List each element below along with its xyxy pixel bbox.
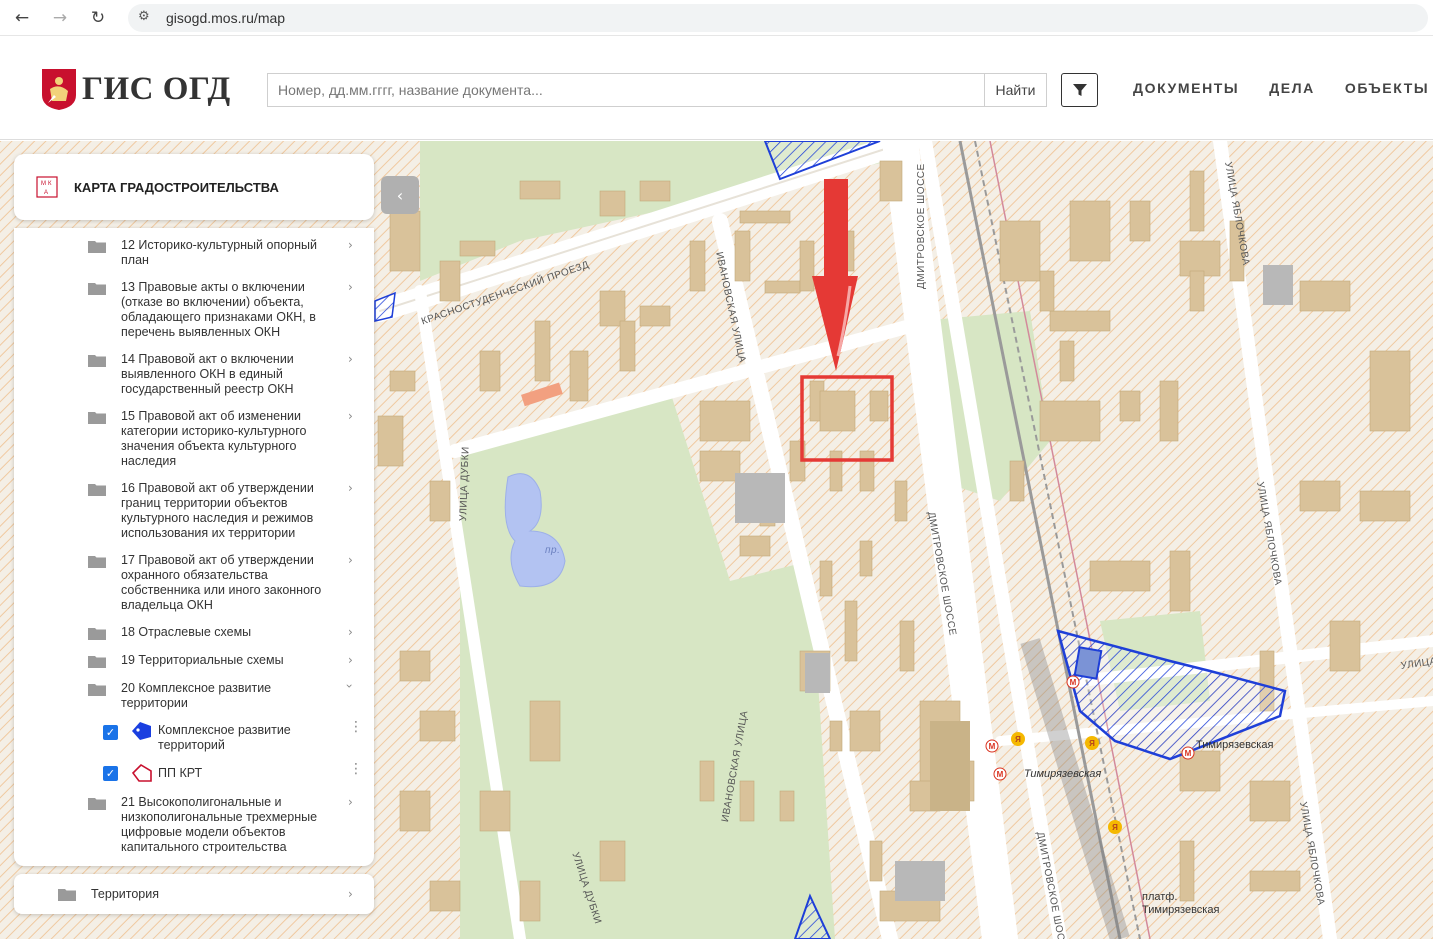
sublayer-item[interactable]: ✓ ПП КРТ ⋮ (14, 762, 374, 789)
chevron-right-icon[interactable]: › (348, 238, 353, 252)
svg-text:Я: Я (1015, 735, 1021, 744)
layer-item-expanded[interactable]: 20 Комплексное развитие территории › (14, 681, 374, 715)
panel-title: КАРТА ГРАДОСТРОИТЕЛЬСТВА (74, 179, 279, 195)
forward-arrow-icon[interactable]: → (48, 6, 72, 30)
chevron-right-icon[interactable]: › (348, 795, 353, 809)
folder-icon (88, 241, 106, 253)
layer-item[interactable]: 17 Правовой акт об утверждении охранного… (14, 553, 374, 617)
logo[interactable]: ГИС ОГД (40, 67, 231, 111)
folder-icon (88, 355, 106, 367)
svg-text:Я: Я (1089, 739, 1095, 748)
krt-polygon-icon (132, 722, 151, 740)
filter-button[interactable] (1061, 73, 1098, 107)
chevron-right-icon[interactable]: › (348, 625, 353, 639)
folder-icon (88, 656, 106, 668)
folder-icon (88, 283, 106, 295)
folder-icon (88, 412, 106, 424)
chevron-right-icon[interactable]: › (348, 553, 353, 567)
collapse-panel-button[interactable]: ‹ (381, 176, 419, 214)
street-label: ДМИТРОВСКОЕ ШОССЕ (916, 163, 927, 289)
filter-icon (1072, 84, 1087, 96)
svg-text:А: А (44, 190, 48, 196)
folder-icon (88, 556, 106, 568)
layer-item[interactable]: 16 Правовой акт об утверждении границ те… (14, 481, 374, 545)
sublayer-item[interactable]: ✓ Комплексное развитие территорий ⋮ (14, 720, 374, 757)
chevron-down-icon[interactable]: › (342, 684, 356, 689)
layer-item[interactable]: 19 Территориальные схемы › (14, 653, 374, 673)
nav-documents[interactable]: ДОКУМЕНТЫ (1133, 80, 1239, 96)
panel-header: М К А КАРТА ГРАДОСТРОИТЕЛЬСТВА (14, 154, 374, 220)
moscow-emblem-icon (42, 69, 76, 110)
folder-icon (88, 684, 106, 696)
svg-text:М: М (1070, 678, 1077, 687)
chevron-left-icon: ‹ (396, 185, 404, 205)
pond-label: пр. (545, 545, 561, 556)
chevron-right-icon[interactable]: › (348, 653, 353, 667)
nav-objects[interactable]: ОБЪЕКТЫ (1345, 80, 1429, 96)
layer-checkbox[interactable]: ✓ (103, 725, 118, 740)
chevron-right-icon[interactable]: › (348, 481, 353, 495)
logo-text: ГИС ОГД (82, 70, 231, 107)
svg-text:К: К (48, 181, 52, 187)
station-label: Тимирязевская (1196, 739, 1274, 751)
search-button[interactable]: Найти (984, 73, 1047, 107)
station-label: Тимирязевская (1142, 904, 1220, 916)
layer-checkbox[interactable]: ✓ (103, 766, 118, 781)
browser-toolbar: ← → ↻ ⚙ gisogd.mos.ru/map (0, 0, 1433, 36)
layer-item[interactable]: 18 Отраслевые схемы › (14, 625, 374, 645)
folder-icon (88, 798, 106, 810)
nav-cases[interactable]: ДЕЛА (1269, 80, 1315, 96)
folder-icon (88, 484, 106, 496)
layer-item[interactable]: 13 Правовые акты о включении (отказе во … (14, 280, 374, 344)
search-input[interactable] (267, 73, 985, 107)
layer-item[interactable]: 21 Высокополигональные и низкополигональ… (14, 795, 374, 859)
reload-icon[interactable]: ↻ (86, 6, 110, 30)
chevron-right-icon[interactable]: › (348, 887, 353, 901)
svg-text:М: М (1185, 749, 1192, 758)
site-header: ГИС ОГД Найти ДОКУМЕНТЫ ДЕЛА ОБЪЕКТЫ (0, 40, 1433, 140)
more-options-icon[interactable]: ⋮ (349, 720, 363, 734)
more-options-icon[interactable]: ⋮ (349, 762, 363, 776)
territory-item[interactable]: Территория › (14, 874, 374, 914)
chevron-right-icon[interactable]: › (348, 280, 353, 294)
layers-panel[interactable]: 12 Историко-культурный опорный план › 13… (14, 228, 374, 866)
chevron-right-icon[interactable]: › (348, 352, 353, 366)
svg-text:М: М (41, 181, 46, 187)
address-bar[interactable]: ⚙ gisogd.mos.ru/map (128, 3, 1428, 32)
layer-item[interactable]: 15 Правовой акт об изменении категории и… (14, 409, 374, 473)
svg-text:Я: Я (1112, 823, 1118, 832)
mka-logo-icon: М К А (36, 176, 58, 198)
layer-item[interactable]: 12 Историко-культурный опорный план › (14, 238, 374, 272)
site-settings-icon[interactable]: ⚙ (138, 9, 156, 27)
url-text[interactable]: gisogd.mos.ru/map (166, 10, 285, 26)
layer-item[interactable]: 14 Правовой акт о включении выявленного … (14, 352, 374, 400)
folder-icon (88, 628, 106, 640)
folder-icon (58, 889, 76, 901)
svg-text:М: М (997, 770, 1004, 779)
chevron-right-icon[interactable]: › (348, 409, 353, 423)
svg-text:М: М (989, 742, 996, 751)
top-nav: ДОКУМЕНТЫ ДЕЛА ОБЪЕКТЫ (1133, 80, 1429, 96)
pp-krt-polygon-icon (131, 763, 152, 782)
station-label: платф. (1142, 891, 1178, 903)
back-arrow-icon[interactable]: ← (10, 6, 34, 30)
station-label: Тимирязевская (1024, 768, 1102, 780)
